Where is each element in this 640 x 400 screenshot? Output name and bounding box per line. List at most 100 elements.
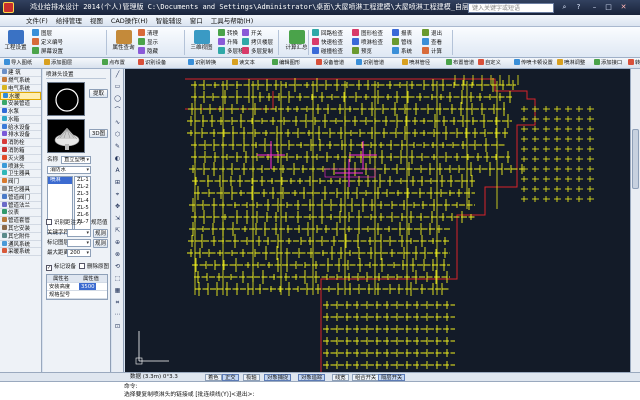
ribbon-small-button[interactable]: 开关 — [242, 29, 262, 38]
nav-item[interactable]: 消防箱 — [0, 146, 41, 155]
ribbon-small-button[interactable]: 升降 — [218, 38, 238, 47]
ribbon-small-button[interactable]: 图层 — [32, 29, 52, 38]
nav-item[interactable]: 管道法兰 — [0, 201, 41, 210]
draw-tool-icon[interactable]: A — [113, 166, 122, 175]
help-icon[interactable]: ? — [574, 3, 583, 12]
nav-item[interactable]: 灭火器 — [0, 154, 41, 163]
identify-tool-button[interactable]: 设备管道 — [316, 58, 344, 68]
close-icon[interactable]: ✕ — [619, 3, 628, 12]
app-logo-icon[interactable] — [3, 2, 14, 13]
status-toggle-button[interactable]: 极轴 — [243, 374, 260, 381]
maximize-icon[interactable]: □ — [604, 3, 613, 12]
ribbon-small-button[interactable]: 转换 — [218, 29, 238, 38]
draw-tool-icon[interactable]: ⇲ — [113, 214, 122, 223]
ribbon-small-button[interactable]: 屏幕设置 — [32, 47, 63, 56]
draw-tool-icon[interactable]: ∿ — [113, 118, 122, 127]
draw-tool-icon[interactable]: ⌗ — [113, 298, 122, 307]
ribbon-small-button[interactable]: 隐藏 — [138, 47, 158, 56]
nav-item[interactable]: 采暖系统 — [0, 248, 41, 257]
identify-tool-button[interactable]: 添加图层 — [44, 58, 72, 68]
list-item[interactable]: ZL-3 — [75, 191, 90, 198]
ribbon-small-button[interactable]: 查看 — [422, 38, 442, 47]
install-height-value[interactable]: 3500 — [79, 283, 97, 290]
menu-item[interactable]: 工具与帮助(H) — [207, 15, 257, 27]
status-toggle-button[interactable]: 正交 — [222, 374, 239, 381]
checkbox-checked[interactable]: ✓ — [46, 265, 52, 271]
list-item[interactable]: ZL-5 — [75, 205, 90, 212]
mark-device-checkbox[interactable]: ✓ 标记设备 — [46, 263, 76, 271]
ribbon-big-button[interactable]: 工程设置 — [2, 29, 29, 56]
draw-tool-icon[interactable]: ⊡ — [113, 322, 122, 331]
draw-tool-icon[interactable]: ⊞ — [113, 178, 122, 187]
status-toggle-button[interactable]: 对象追踪 — [298, 374, 326, 381]
identify-tool-button[interactable]: 喷淋调整 — [557, 58, 585, 68]
draw-tool-icon[interactable]: ⟲ — [113, 262, 122, 271]
nav-item[interactable]: 其它安装 — [0, 224, 41, 233]
ribbon-small-button[interactable]: 系统 — [392, 47, 412, 56]
nav-item[interactable]: 其它器具 — [0, 185, 41, 194]
identify-tool-button[interactable]: 识别管道 — [356, 58, 384, 68]
ribbon-small-button[interactable]: 计算 — [422, 47, 442, 56]
minimize-icon[interactable]: – — [590, 3, 599, 12]
extract-button[interactable]: 提取 — [89, 89, 108, 98]
nav-item[interactable]: 电气系统 — [0, 84, 41, 93]
nav-item[interactable]: 建 筑 — [0, 69, 41, 77]
menu-item[interactable]: 窗口 — [186, 15, 207, 27]
water-type-combo[interactable]: 消防水 — [47, 166, 91, 174]
command-line[interactable]: 命令: 选择要复制喷淋头的链接或 [批连续线(Y)]<退出>: — [0, 381, 640, 400]
checkbox-box[interactable] — [46, 219, 52, 225]
menu-item[interactable]: CAD操作(H) — [107, 15, 152, 27]
name-combo[interactable]: 直立型喷 — [61, 156, 91, 164]
draw-tool-icon[interactable]: ⬚ — [113, 274, 122, 283]
ribbon-small-button[interactable]: 图形检查 — [352, 29, 383, 38]
search-icon[interactable]: ⌕ — [560, 3, 569, 12]
ribbon-small-button[interactable]: 多层复制 — [242, 47, 273, 56]
ribbon-small-button[interactable]: 碰撞检查 — [312, 47, 343, 56]
draw-tool-icon[interactable]: ✥ — [113, 202, 122, 211]
status-toggle-button[interactable]: 着色 — [205, 374, 222, 381]
ribbon-small-button[interactable]: 拷贝楼层 — [242, 38, 273, 47]
draw-tool-icon[interactable]: ▭ — [113, 82, 122, 91]
ribbon-small-button[interactable]: 定义编号 — [32, 38, 63, 47]
nav-item[interactable]: 卫生器具 — [0, 170, 41, 179]
keyword-combo[interactable] — [67, 229, 91, 237]
draw-tool-icon[interactable]: ◯ — [113, 94, 122, 103]
status-toggle-button[interactable]: 隔层开关 — [378, 374, 406, 381]
table-row[interactable]: 规格型号 — [47, 291, 107, 299]
nav-item[interactable]: 排水设备 — [0, 131, 41, 140]
identify-tool-button[interactable]: 读文本 — [232, 58, 255, 68]
identify-tool-button[interactable]: 点布置 — [102, 58, 125, 68]
scroll-thumb[interactable] — [632, 129, 639, 189]
ribbon-big-button[interactable]: 计算汇总 — [283, 29, 310, 56]
ribbon-small-button[interactable]: 清理 — [138, 29, 158, 38]
menu-item[interactable]: 视图 — [86, 15, 107, 27]
nav-item[interactable]: 其它附件 — [0, 232, 41, 241]
nav-item[interactable]: 给水设备 — [0, 123, 41, 132]
identify-tool-button[interactable]: 转换上下喷 — [628, 58, 640, 68]
draw-tool-icon[interactable]: ╱ — [113, 70, 122, 79]
menu-item[interactable]: 给排管理 — [52, 15, 86, 27]
max-distance-input[interactable]: 200 — [67, 249, 91, 257]
ribbon-small-button[interactable]: 退出 — [422, 29, 442, 38]
draw-tool-icon[interactable]: ⇱ — [113, 226, 122, 235]
identify-tool-button[interactable]: 喷淋管径 — [402, 58, 430, 68]
status-toggle-button[interactable]: 组合开关 — [352, 374, 380, 381]
view-3d-button[interactable]: 3D图 — [89, 129, 108, 138]
list-item[interactable]: ZL-6 — [75, 212, 90, 219]
identify-tool-button[interactable]: 编辑图形 — [272, 58, 300, 68]
vertical-scrollbar[interactable] — [630, 69, 640, 372]
identify-checkbox[interactable]: 识别距注力 — [46, 219, 82, 227]
draw-tool-icon[interactable]: ▦ — [113, 286, 122, 295]
cad-drawing[interactable] — [125, 69, 630, 372]
identify-tool-button[interactable]: 识别转换 — [188, 58, 216, 68]
nav-item[interactable]: 燃气系统 — [0, 76, 41, 85]
nav-item[interactable]: 喷淋头 — [0, 162, 41, 171]
nav-item[interactable]: 管道阀门 — [0, 193, 41, 202]
delete-original-checkbox[interactable]: 删除原图 — [79, 263, 109, 271]
drawing-canvas[interactable] — [125, 69, 630, 372]
list-item[interactable]: ZL-2 — [75, 184, 90, 191]
table-row[interactable]: 安装高度 3500 — [47, 283, 107, 291]
block-layer-combo[interactable] — [67, 239, 91, 247]
menu-item[interactable]: 智能辅设 — [152, 15, 186, 27]
draw-tool-icon[interactable]: ◐ — [113, 154, 122, 163]
